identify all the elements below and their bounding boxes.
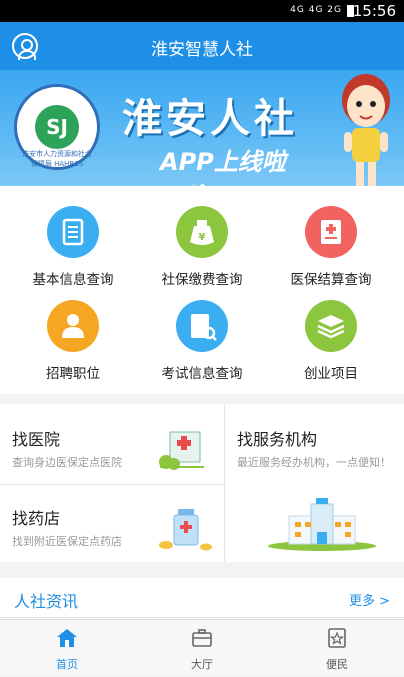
tab-convenience[interactable]: 便民 xyxy=(270,620,404,677)
app-bar: 淮安智慧人社 xyxy=(0,22,404,70)
document-search-icon xyxy=(176,300,228,352)
logo-text: 淮安市人力资源和社会保障局 HAHRSS xyxy=(22,150,92,168)
mascot-illustration xyxy=(342,74,390,186)
briefcase-icon xyxy=(192,629,212,647)
tab-home[interactable]: 首页 xyxy=(0,620,134,677)
hospital-icon xyxy=(159,431,204,470)
logo-emblem-icon: SJ xyxy=(35,105,79,149)
bottom-tab-bar: 首页 大厅 便民 xyxy=(0,619,404,676)
find-pharmacy-desc: 找到附近医保定点药店 xyxy=(12,535,122,548)
service-medical-settlement[interactable]: 医保结算查询 xyxy=(264,190,398,290)
service-basic-info[interactable]: 基本信息查询 xyxy=(6,190,140,290)
news-title: 人社资讯 xyxy=(14,592,79,611)
clock: 15:56 xyxy=(352,2,396,20)
service-social-insurance[interactable]: ¥ 社保缴费查询 xyxy=(135,190,269,290)
office-building-icon xyxy=(268,498,376,551)
tab-label: 大厅 xyxy=(191,658,213,671)
banner-subtitle: APP上线啦 xyxy=(160,148,286,176)
finder-section: 找医院 查询身边医保定点医院 找药店 找到附近医保定点药店 找服务机构 最近服务… xyxy=(0,404,404,562)
find-hospital-desc: 查询身边医保定点医院 xyxy=(12,456,122,469)
banner-headline: 淮安人社 xyxy=(122,96,298,142)
find-pharmacy-title: 找药店 xyxy=(12,509,61,528)
news-section-header: 人社资讯 更多 > xyxy=(0,578,404,618)
news-more-link[interactable]: 更多 > xyxy=(349,590,390,609)
money-bag-icon: ¥ xyxy=(176,206,228,258)
medicine-bottle-icon xyxy=(159,509,212,551)
app-title: 淮安智慧人社 xyxy=(151,40,253,60)
carousel-indicator[interactable] xyxy=(192,174,208,186)
service-exam-info[interactable]: 考试信息查询 xyxy=(135,284,269,384)
tab-label: 首页 xyxy=(56,658,78,671)
service-label: 考试信息查询 xyxy=(161,366,243,382)
person-icon xyxy=(47,300,99,352)
list-icon xyxy=(47,206,99,258)
medical-plus-icon xyxy=(305,206,357,258)
find-pharmacy-card[interactable]: 找药店 找到附近医保定点药店 xyxy=(0,485,224,562)
star-icon xyxy=(328,628,346,648)
service-grid: 基本信息查询 ¥ 社保缴费查询 医保结算查询 招聘职位 考试信息查询 创业项目 xyxy=(0,186,404,394)
hahrss-logo: SJ 淮安市人力资源和社会保障局 HAHRSS xyxy=(14,84,100,170)
find-hospital-card[interactable]: 找医院 查询身边医保定点医院 xyxy=(0,404,224,484)
service-startup-projects[interactable]: 创业项目 xyxy=(264,284,398,384)
service-jobs[interactable]: 招聘职位 xyxy=(6,284,140,384)
tab-label: 便民 xyxy=(326,658,348,671)
signal-indicator: 4G 4G 2G xyxy=(290,5,342,15)
layers-icon xyxy=(305,300,357,352)
service-label: 创业项目 xyxy=(304,366,358,382)
promo-banner[interactable]: SJ 淮安市人力资源和社会保障局 HAHRSS 淮安人社 APP上线啦 xyxy=(0,70,404,186)
find-agency-title: 找服务机构 xyxy=(237,430,318,449)
tab-hall[interactable]: 大厅 xyxy=(135,620,269,677)
svg-text:¥: ¥ xyxy=(199,232,206,243)
find-hospital-title: 找医院 xyxy=(12,430,61,449)
find-agency-desc: 最近服务经办机构，一点便知！ xyxy=(237,456,391,469)
find-service-agency-card[interactable]: 找服务机构 最近服务经办机构，一点便知！ xyxy=(225,404,404,562)
status-bar: 4G 4G 2G 15:56 xyxy=(0,0,404,22)
home-icon xyxy=(57,629,77,647)
service-label: 招聘职位 xyxy=(46,366,100,382)
